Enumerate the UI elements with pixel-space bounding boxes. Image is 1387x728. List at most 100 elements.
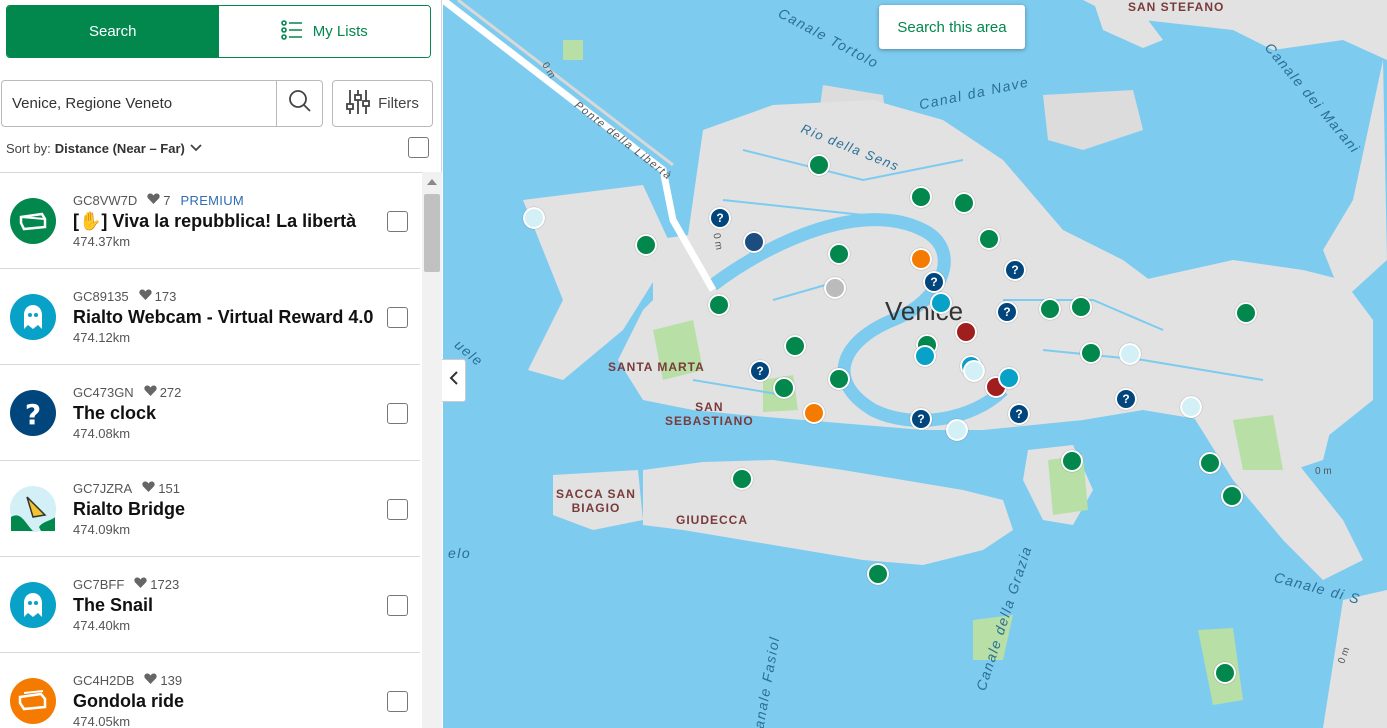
favorite-count: 173 [154,289,177,304]
map-pin-traditional[interactable] [635,234,657,256]
favorite-count: 151 [158,481,180,496]
cache-name[interactable]: Gondola ride [73,691,375,712]
result-checkbox[interactable] [387,691,408,712]
map-pin-traditional[interactable] [953,192,975,214]
map[interactable]: Canale Tortolo Canal da Nave Rio della S… [443,0,1387,728]
cache-name[interactable]: Rialto Bridge [73,499,375,520]
cache-distance: 474.05km [73,714,131,728]
map-pin-traditional[interactable] [1199,452,1221,474]
map-pin-earthcache[interactable] [946,419,968,441]
map-pin-traditional[interactable] [1221,485,1243,507]
cache-code: GC473GN [73,385,134,400]
cache-name[interactable]: The clock [73,403,375,424]
map-pin-mystery[interactable]: ? [996,301,1018,323]
cache-code: GC7JZRA [73,481,133,496]
map-pin-traditional[interactable] [731,468,753,490]
map-pin-traditional[interactable] [828,243,850,265]
cache-name[interactable]: Rialto Webcam - Virtual Reward 4.0 [73,307,375,328]
search-this-area-button[interactable]: Search this area [879,5,1025,49]
map-pin-disabled[interactable] [824,277,846,299]
map-pin-traditional[interactable] [784,335,806,357]
map-pin-mystery[interactable]: ? [1008,403,1030,425]
place-label-san-sebastiano: SAN SEBASTIANO [665,400,754,428]
map-pin-traditional[interactable] [708,294,730,316]
map-pin-virtual[interactable] [998,367,1020,389]
map-pin-multi[interactable] [910,248,932,270]
result-item[interactable]: GC8VW7D 7 PREMIUM [✋] Viva la repubblica! L… [0,173,420,269]
place-label-san-stefano: SAN STEFANO [1128,0,1225,14]
map-pin-webcam[interactable] [743,231,765,253]
result-meta: GC7JZRA 151 [73,481,180,496]
map-pin-traditional[interactable] [910,186,932,208]
result-item[interactable]: GC89135 173 Rialto Webcam - Virtual Reward… [0,269,420,365]
map-pin-traditional[interactable] [1070,296,1092,318]
map-pin-traditional[interactable] [828,368,850,390]
result-checkbox[interactable] [387,307,408,328]
result-meta: GC89135 173 [73,289,176,304]
select-all-checkbox[interactable] [408,137,429,158]
map-pin-mystery[interactable]: ? [1115,388,1137,410]
map-pin-mystery[interactable]: ? [709,207,731,229]
cache-distance: 474.12km [73,330,131,345]
sort-control[interactable]: Sort by: Distance (Near – Far) [6,141,203,156]
ghost-icon [10,294,56,340]
results-scrollbar[interactable] [422,172,442,728]
tab-my-lists[interactable]: My Lists [218,6,430,57]
chevron-down-icon [189,141,203,156]
map-pin-event[interactable] [955,321,977,343]
sliders-icon [346,89,370,119]
result-item[interactable]: GC7JZRA 151 Rialto Bridge 474.09km [0,461,420,557]
favorites: 173 [139,289,177,304]
tab-search[interactable]: Search [7,6,219,57]
map-pin-traditional[interactable] [867,563,889,585]
filters-button[interactable]: Filters [332,80,433,127]
map-pin-virtual[interactable] [914,345,936,367]
result-item[interactable]: GC7BFF 1723 The Snail 474.40km [0,557,420,653]
cache-name[interactable]: [✋] Viva la repubblica! La libertà [73,211,375,232]
map-pin-traditional[interactable] [1080,342,1102,364]
location-search-input[interactable] [2,81,276,126]
svg-text:?: ? [25,398,41,428]
map-pin-traditional[interactable] [1214,662,1236,684]
map-pin-mystery[interactable]: ? [910,408,932,430]
map-pin-mystery[interactable]: ? [749,360,771,382]
favorite-count: 7 [163,193,171,208]
multi-cache-icon [10,678,56,724]
map-pin-mystery[interactable]: ? [923,271,945,293]
scale-label: 0 m [1315,466,1332,477]
result-checkbox[interactable] [387,211,408,232]
result-item[interactable]: GC4H2DB 139 Gondola ride 474.05km [0,653,420,728]
map-pin-traditional[interactable] [808,154,830,176]
map-pin-earthcache[interactable] [523,207,545,229]
cache-name[interactable]: The Snail [73,595,375,616]
location-search [1,80,323,127]
earthcache-icon [10,486,56,532]
heart-icon [142,481,155,496]
view-tabs: Search My Lists [6,5,431,58]
result-checkbox[interactable] [387,403,408,424]
heart-icon [147,193,160,208]
map-pin-traditional[interactable] [978,228,1000,250]
map-pin-virtual[interactable] [930,292,952,314]
scrollbar-thumb[interactable] [424,194,440,272]
map-pin-earthcache[interactable] [963,360,985,382]
place-label-giudecca: GIUDECCA [676,513,749,527]
chevron-left-icon [449,370,459,391]
map-pin-earthcache[interactable] [1180,396,1202,418]
map-pin-multi[interactable] [803,402,825,424]
scroll-up-arrow-icon[interactable] [427,179,437,185]
map-pin-traditional[interactable] [1039,298,1061,320]
cache-code: GC7BFF [73,577,125,592]
map-pin-mystery[interactable]: ? [1004,259,1026,281]
result-item[interactable]: ? GC473GN 272 The clock 474.08km [0,365,420,461]
map-pin-traditional[interactable] [1061,450,1083,472]
result-checkbox[interactable] [387,595,408,616]
map-pin-traditional[interactable] [773,377,795,399]
filters-label: Filters [378,95,419,112]
result-checkbox[interactable] [387,499,408,520]
search-button[interactable] [276,81,322,126]
map-pin-traditional[interactable] [1235,302,1257,324]
map-pin-earthcache[interactable] [1119,343,1141,365]
heart-icon [139,289,152,304]
collapse-sidebar-button[interactable] [442,359,466,402]
